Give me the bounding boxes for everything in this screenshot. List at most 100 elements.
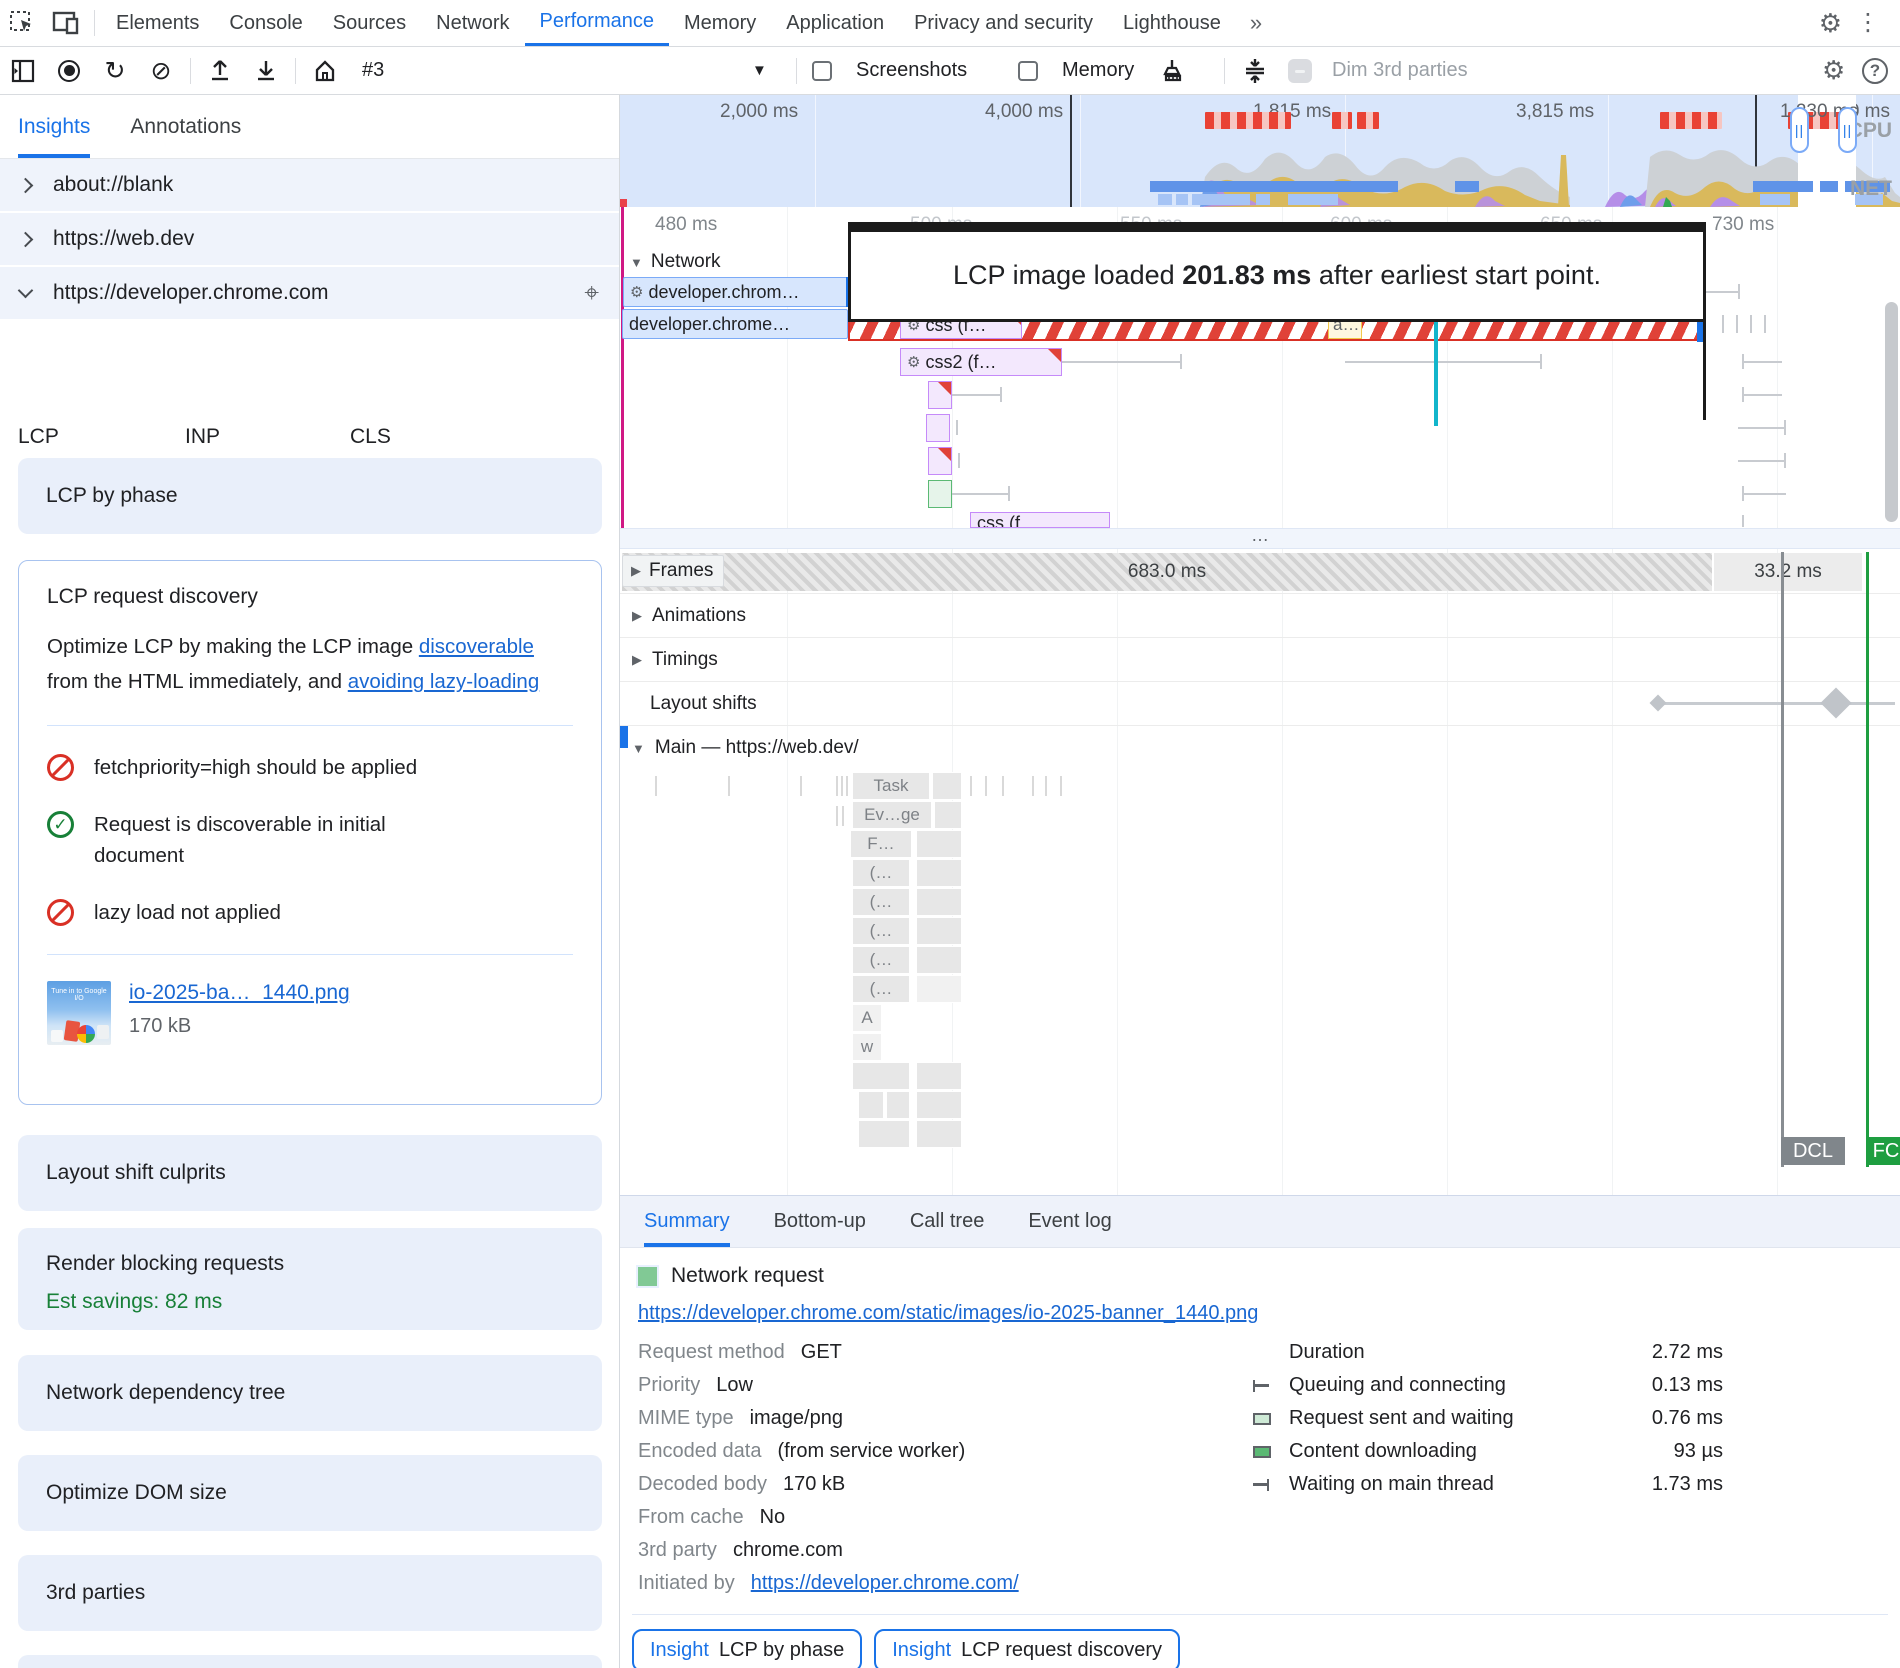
main-track-header[interactable]: ▼ Main — https://web.dev/ bbox=[620, 726, 1900, 770]
tab-event-log[interactable]: Event log bbox=[1028, 1196, 1111, 1247]
clear-icon[interactable]: ⊘ bbox=[138, 51, 184, 91]
net-lane-label: NET bbox=[1850, 177, 1892, 201]
gear-icon: ⚙ bbox=[907, 353, 920, 371]
insight-card-partial[interactable] bbox=[18, 1655, 602, 1668]
request-box[interactable] bbox=[926, 414, 950, 442]
dcl-badge[interactable]: DCL bbox=[1781, 1137, 1845, 1165]
collapse-tracks-icon[interactable] bbox=[1232, 51, 1278, 91]
check-fetchpriority: fetchpriority=high should be applied bbox=[47, 752, 573, 783]
site-row-about-blank[interactable]: about://blank bbox=[0, 159, 619, 211]
css2-request-box[interactable]: ⚙ css2 (f… bbox=[900, 348, 1062, 376]
kebab-menu-icon[interactable]: ⋮ bbox=[1848, 11, 1888, 35]
request-box[interactable] bbox=[928, 447, 952, 475]
tab-bottom-up[interactable]: Bottom-up bbox=[774, 1196, 866, 1247]
network-track-header[interactable]: ▼ Network bbox=[630, 251, 721, 273]
timeline-overview[interactable]: 2,000 ms 4,000 ms 1,815 ms 3,815 ms 1,23… bbox=[620, 95, 1900, 207]
discoverable-link[interactable]: discoverable bbox=[419, 635, 534, 658]
insight-card-optimize-dom-size[interactable]: Optimize DOM size bbox=[18, 1455, 602, 1531]
track-label: Network bbox=[651, 251, 721, 273]
layout-shift-diamond[interactable] bbox=[1650, 695, 1667, 712]
insight-card-layout-shift-culprits[interactable]: Layout shift culprits bbox=[18, 1135, 602, 1211]
tab-call-tree[interactable]: Call tree bbox=[910, 1196, 984, 1247]
screenshots-checkbox[interactable] bbox=[812, 61, 832, 81]
initiator-link[interactable]: https://developer.chrome.com/ bbox=[751, 1572, 1019, 1595]
tab-elements[interactable]: Elements bbox=[101, 0, 214, 46]
frames-track-header[interactable]: ▶ Frames bbox=[622, 555, 724, 587]
insight-card-3rd-parties[interactable]: 3rd parties bbox=[18, 1555, 602, 1631]
lcp-image-thumbnail[interactable]: Tune in to Google I/O bbox=[47, 981, 111, 1045]
request-box-green[interactable] bbox=[928, 480, 952, 508]
tab-annotations[interactable]: Annotations bbox=[130, 95, 241, 158]
timings-track[interactable]: ▶ Timings bbox=[620, 638, 1900, 682]
memory-checkbox[interactable] bbox=[1018, 61, 1038, 81]
inspect-element-icon[interactable] bbox=[0, 3, 44, 43]
insight-chip-lcp-by-phase[interactable]: Insight LCP by phase bbox=[632, 1629, 862, 1668]
layout-shift-diamond[interactable] bbox=[1820, 687, 1851, 718]
insight-card-network-dependency-tree[interactable]: Network dependency tree bbox=[18, 1355, 602, 1431]
avoid-lazy-loading-link[interactable]: avoiding lazy-loading bbox=[348, 670, 539, 693]
tab-sources[interactable]: Sources bbox=[318, 0, 421, 46]
animations-track[interactable]: ▶ Animations bbox=[620, 594, 1900, 638]
vertical-scrollbar[interactable] bbox=[1885, 302, 1898, 522]
insight-chip-lcp-request-discovery[interactable]: Insight LCP request discovery bbox=[874, 1629, 1180, 1668]
upload-profile-icon[interactable] bbox=[197, 51, 243, 91]
pass-icon: ✓ bbox=[47, 811, 74, 838]
tab-memory[interactable]: Memory bbox=[669, 0, 771, 46]
timing-value: 2.72 ms bbox=[1652, 1341, 1723, 1364]
track-resizer[interactable]: … bbox=[620, 528, 1900, 549]
download-profile-icon[interactable] bbox=[243, 51, 289, 91]
timing-value: 0.76 ms bbox=[1652, 1407, 1723, 1430]
history-selector[interactable]: #3 bbox=[348, 59, 384, 82]
tab-application[interactable]: Application bbox=[771, 0, 899, 46]
frame-short[interactable]: 33.2 ms bbox=[1714, 553, 1862, 591]
home-icon[interactable] bbox=[302, 51, 348, 91]
insight-title: Network dependency tree bbox=[46, 1381, 285, 1405]
tab-privacy-security[interactable]: Privacy and security bbox=[899, 0, 1108, 46]
tab-summary[interactable]: Summary bbox=[644, 1196, 730, 1247]
selection-handle-right[interactable]: || bbox=[1838, 107, 1857, 153]
insight-card-lcp-request-discovery[interactable]: LCP request discovery Optimize LCP by ma… bbox=[18, 560, 602, 1105]
fail-icon bbox=[47, 754, 74, 781]
request-box-clipped[interactable]: css (f bbox=[970, 512, 1110, 528]
request-box[interactable] bbox=[928, 381, 952, 409]
details-tabs: Summary Bottom-up Call tree Event log bbox=[620, 1196, 1900, 1248]
request-url-link[interactable]: https://developer.chrome.com/static/imag… bbox=[638, 1302, 1258, 1325]
history-dropdown-icon[interactable]: ▼ bbox=[752, 62, 767, 79]
fc-badge[interactable]: FC bbox=[1866, 1137, 1900, 1165]
tab-network[interactable]: Network bbox=[421, 0, 524, 46]
lcp-image-filename-link[interactable]: io-2025-ba…_1440.png bbox=[129, 981, 350, 1004]
help-icon[interactable]: ? bbox=[1862, 58, 1888, 84]
request-label: developer.chrome… bbox=[629, 314, 790, 335]
record-icon[interactable] bbox=[46, 51, 92, 91]
layout-shifts-track[interactable]: Layout shifts bbox=[620, 682, 1900, 726]
frame-long[interactable]: 683.0 ms bbox=[622, 553, 1712, 591]
insight-title: Layout shift culprits bbox=[46, 1161, 226, 1185]
field-value: Low bbox=[716, 1374, 753, 1397]
toggle-sidebar-icon[interactable] bbox=[0, 51, 46, 91]
network-request-row-selected[interactable]: developer.chrome… bbox=[622, 309, 848, 339]
insight-card-lcp-by-phase[interactable]: LCP by phase bbox=[18, 458, 602, 534]
network-request-row[interactable]: ⚙ developer.chrom… bbox=[623, 277, 849, 307]
site-row-developer-chrome[interactable]: https://developer.chrome.com ⌖ bbox=[0, 267, 619, 319]
insight-card-render-blocking[interactable]: Render blocking requests Est savings: 82… bbox=[18, 1228, 602, 1330]
site-url: https://developer.chrome.com bbox=[53, 281, 328, 305]
frames-track[interactable]: 683.0 ms 33.2 ms ▶ Frames bbox=[620, 550, 1900, 594]
site-row-web-dev[interactable]: https://web.dev bbox=[0, 213, 619, 265]
settings-gear-icon[interactable]: ⚙ bbox=[1819, 10, 1842, 36]
device-toolbar-icon[interactable] bbox=[44, 3, 88, 43]
more-tabs-icon[interactable]: » bbox=[1236, 10, 1276, 36]
flame-chart[interactable]: 480 ms 500 ms 550 ms 600 ms 650 ms 730 m… bbox=[620, 207, 1900, 1195]
reload-and-record-icon[interactable]: ↻ bbox=[92, 51, 138, 91]
selection-handle-left[interactable]: || bbox=[1790, 107, 1809, 153]
tab-lighthouse[interactable]: Lighthouse bbox=[1108, 0, 1236, 46]
dim-third-parties-toggle[interactable] bbox=[1288, 59, 1312, 83]
lcp-annotation[interactable]: LCP image loaded 201.83 ms after earlies… bbox=[848, 222, 1706, 322]
field-data-icon[interactable]: ⌖ bbox=[584, 277, 599, 309]
performance-settings-icon[interactable]: ⚙ bbox=[1822, 57, 1845, 83]
track-label: Layout shifts bbox=[650, 693, 757, 715]
lcp-image-size: 170 kB bbox=[129, 1015, 350, 1038]
tab-console[interactable]: Console bbox=[214, 0, 317, 46]
tab-performance[interactable]: Performance bbox=[525, 0, 670, 46]
gc-brush-icon[interactable] bbox=[1150, 51, 1196, 91]
tab-insights[interactable]: Insights bbox=[18, 95, 90, 158]
